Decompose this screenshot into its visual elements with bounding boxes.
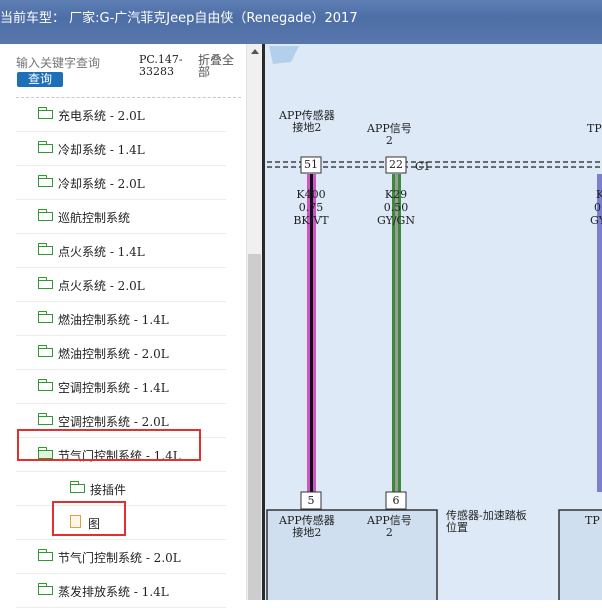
wire-2-color: GY/GN xyxy=(377,214,415,227)
folder-icon xyxy=(38,107,54,119)
folder-icon xyxy=(38,277,54,289)
title-bar: 当前车型： 厂家:G-广汽菲克Jeep自由侠（Renegade）2017 xyxy=(0,0,602,44)
tree-item[interactable]: 节气门控制系统 - 2.0L xyxy=(0,540,240,574)
tree-item[interactable]: 蒸发排放系统 - 1.4L xyxy=(0,574,240,608)
left-panel: 查询 PC.147-33283 折叠全部 充电系统 - 2.0L 冷却系统 - 1… xyxy=(0,44,262,608)
tree-item[interactable]: 巡航控制系统 xyxy=(0,200,240,234)
folder-icon xyxy=(38,141,54,153)
label-tp-top: TP xyxy=(587,122,602,135)
component-name: 传感器-加速踏板 位置 xyxy=(446,509,527,534)
tree-item-label: 燃油控制系统 - 2.0L xyxy=(58,347,169,361)
tree-item[interactable]: 冷却系统 - 1.4L xyxy=(0,132,240,166)
folder-icon xyxy=(38,549,54,561)
label-tp-bottom: TP xyxy=(585,514,600,527)
tree-item-label: 巡航控制系统 xyxy=(58,211,131,225)
folder-icon xyxy=(38,209,54,221)
wire-1-gauge: 0.75 xyxy=(298,201,324,214)
search-input[interactable] xyxy=(16,55,104,71)
highlight-box-diagram xyxy=(52,501,126,536)
highlight-box-throttle xyxy=(17,429,201,461)
wire-3-gauge-partial: 0. xyxy=(594,201,602,214)
tree-item-label: 接插件 xyxy=(90,483,127,497)
tree-item[interactable]: 冷却系统 - 2.0L xyxy=(0,166,240,200)
tree-item-label: 燃油控制系统 - 1.4L xyxy=(58,313,169,327)
folder-icon xyxy=(38,175,54,187)
wiring-diagram: APP传感器 接地2 APP信号 2 TP 51 22 C1 K400 0.75… xyxy=(262,44,602,600)
logo-fragment-icon xyxy=(269,46,299,64)
collapse-all-button[interactable]: 折叠全部 xyxy=(198,54,238,78)
tree-item[interactable]: 燃油控制系统 - 1.4L xyxy=(0,302,240,336)
folder-icon xyxy=(38,379,54,391)
tree-item-label: 冷却系统 - 1.4L xyxy=(58,143,145,157)
label-app-signal: APP信号 2 xyxy=(367,122,412,147)
tree-item-label: 点火系统 - 1.4L xyxy=(58,245,145,259)
pin-22: 22 xyxy=(389,158,403,171)
scroll-up-arrow-icon[interactable] xyxy=(251,49,259,54)
search-button[interactable]: 查询 xyxy=(17,72,63,87)
search-area: 查询 PC.147-33283 折叠全部 xyxy=(0,44,246,98)
tree-item[interactable]: 空调控制系统 - 1.4L xyxy=(0,370,240,404)
wire-1-code: K400 xyxy=(296,188,326,201)
label-app-sensor-ground-bottom: APP传感器 接地2 xyxy=(279,514,335,539)
label-app-sensor-ground: APP传感器 接地2 xyxy=(279,109,335,134)
tree-item[interactable]: 燃油控制系统 - 2.0L xyxy=(0,336,240,370)
pin-51: 51 xyxy=(304,158,318,171)
tree-item-label: 空调控制系统 - 2.0L xyxy=(58,415,169,429)
tree-item-label: 节气门控制系统 - 2.0L xyxy=(58,551,181,565)
wire-3-code-partial: K xyxy=(596,189,602,201)
tree-item-label: 点火系统 - 2.0L xyxy=(58,279,145,293)
folder-icon xyxy=(38,311,54,323)
vehicle-title: 当前车型： 厂家:G-广汽菲克Jeep自由侠（Renegade）2017 xyxy=(0,11,358,26)
folder-icon xyxy=(38,345,54,357)
scroll-thumb[interactable] xyxy=(248,254,261,600)
tree-item[interactable]: 点火系统 - 1.4L xyxy=(0,234,240,268)
tree-item-label: 蒸发排放系统 - 1.4L xyxy=(58,585,169,599)
tree-item[interactable]: 点火系统 - 2.0L xyxy=(0,268,240,302)
document-code: PC.147-33283 xyxy=(139,53,183,78)
folder-icon xyxy=(38,243,54,255)
wire-2-gauge: 0.50 xyxy=(383,201,409,214)
pin-6: 6 xyxy=(392,494,400,507)
tree-item[interactable]: 充电系统 - 2.0L xyxy=(0,98,240,132)
tree-item-label: 空调控制系统 - 1.4L xyxy=(58,381,169,395)
tree-scrollbar[interactable] xyxy=(246,44,263,600)
folder-icon xyxy=(70,481,86,493)
wire-3-color-partial: GY xyxy=(590,214,602,227)
tree-item-label: 冷却系统 - 2.0L xyxy=(58,177,145,191)
tree-item-label: 充电系统 - 2.0L xyxy=(58,109,145,123)
label-app-signal-bottom: APP信号 2 xyxy=(367,514,412,539)
folder-icon xyxy=(38,583,54,595)
wire-2-code: K29 xyxy=(384,188,408,201)
connector-c1: C1 xyxy=(415,160,431,173)
folder-icon xyxy=(38,413,54,425)
pin-5: 5 xyxy=(307,494,315,507)
wire-1-color: BK/VT xyxy=(293,214,329,227)
